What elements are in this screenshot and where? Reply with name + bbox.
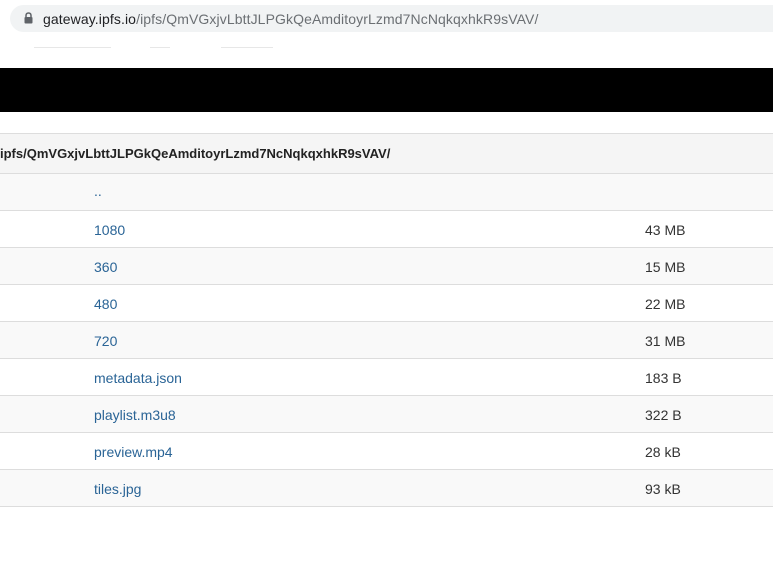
file-table: .. 1080 43 MB 360 15 MB 480 22 MB 720 31… xyxy=(0,174,773,507)
file-size: 28 kB xyxy=(645,444,681,460)
table-row[interactable]: metadata.json 183 B xyxy=(0,359,773,396)
file-name-link[interactable]: tiles.jpg xyxy=(94,481,141,497)
file-size: 43 MB xyxy=(645,222,686,238)
table-row[interactable]: preview.mp4 28 kB xyxy=(0,433,773,470)
table-row[interactable]: 720 31 MB xyxy=(0,322,773,359)
file-name-link[interactable]: 1080 xyxy=(94,222,125,238)
file-name-link[interactable]: 480 xyxy=(94,296,117,312)
file-name-link[interactable]: metadata.json xyxy=(94,370,182,386)
file-size: 22 MB xyxy=(645,296,686,312)
url-path: /ipfs/QmVGxjvLbttJLPGkQeAmditoyrLzmd7NcN… xyxy=(136,11,539,27)
ipfs-directory-listing: ipfs/QmVGxjvLbttJLPGkQeAmditoyrLzmd7NcNq… xyxy=(0,112,773,576)
browser-toolbar: gateway.ipfs.io/ipfs/QmVGxjvLbttJLPGkQeA… xyxy=(0,0,773,68)
file-size: 322 B xyxy=(645,407,682,423)
table-row[interactable]: 360 15 MB xyxy=(0,248,773,285)
url-text[interactable]: gateway.ipfs.io/ipfs/QmVGxjvLbttJLPGkQeA… xyxy=(43,10,538,28)
file-name-link[interactable]: playlist.m3u8 xyxy=(94,407,176,423)
file-name-link[interactable]: preview.mp4 xyxy=(94,444,173,460)
address-bar[interactable]: gateway.ipfs.io/ipfs/QmVGxjvLbttJLPGkQeA… xyxy=(10,5,773,32)
table-row[interactable]: 480 22 MB xyxy=(0,285,773,322)
table-row[interactable]: tiles.jpg 93 kB xyxy=(0,470,773,507)
file-name-link[interactable]: 720 xyxy=(94,333,117,349)
file-size: 183 B xyxy=(645,370,682,386)
parent-directory-link[interactable]: .. xyxy=(94,183,102,199)
parent-directory-row[interactable]: .. xyxy=(0,174,773,211)
directory-path: ipfs/QmVGxjvLbttJLPGkQeAmditoyrLzmd7NcNq… xyxy=(0,146,391,161)
lock-icon xyxy=(24,12,33,24)
file-name-link[interactable]: 360 xyxy=(94,259,117,275)
url-domain: gateway.ipfs.io xyxy=(43,11,137,27)
directory-path-header: ipfs/QmVGxjvLbttJLPGkQeAmditoyrLzmd7NcNq… xyxy=(0,133,773,174)
black-header-band xyxy=(0,68,773,112)
table-row[interactable]: playlist.m3u8 322 B xyxy=(0,396,773,433)
faint-bookmark-bar-artifacts xyxy=(34,47,274,53)
table-row[interactable]: 1080 43 MB xyxy=(0,211,773,248)
file-size: 31 MB xyxy=(645,333,686,349)
file-size: 93 kB xyxy=(645,481,681,497)
file-size: 15 MB xyxy=(645,259,686,275)
